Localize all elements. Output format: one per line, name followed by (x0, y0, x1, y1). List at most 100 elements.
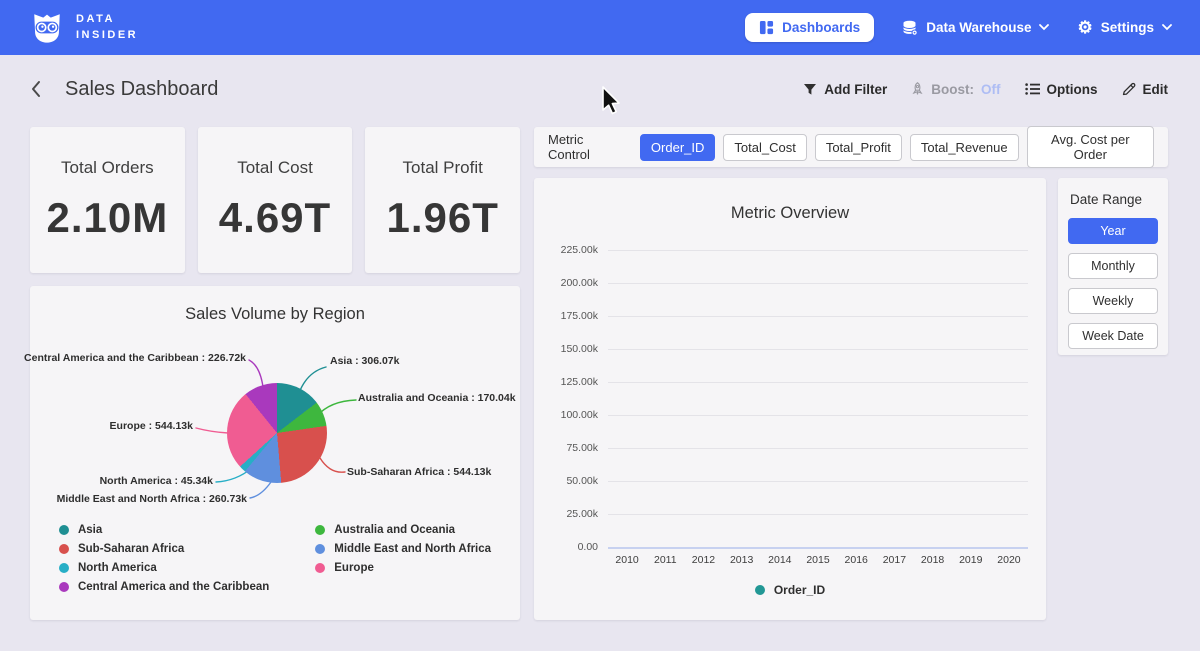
kpi-value: 2.10M (30, 194, 185, 242)
y-tick-label: 125.00k (561, 376, 598, 388)
date-range-panel: Date Range Year Monthly Weekly Week Date (1058, 178, 1168, 355)
metric-button-total-revenue[interactable]: Total_Revenue (910, 134, 1019, 161)
x-tick-label: 2019 (959, 554, 982, 566)
legend-item-europe[interactable]: Europe (315, 562, 491, 574)
x-tick-label: 2018 (921, 554, 944, 566)
legend-dot (315, 563, 325, 573)
y-tick-label: 225.00k (561, 244, 598, 256)
legend-item-north-america[interactable]: North America (59, 562, 269, 574)
x-tick-label: 2014 (768, 554, 791, 566)
topbar: DATA INSIDER Dashboards Data Warehouse (0, 0, 1200, 55)
main-content: Total Orders 2.10M Total Cost 4.69T Tota… (0, 123, 1200, 620)
gridline (608, 547, 1028, 549)
back-chevron-icon[interactable] (30, 80, 42, 98)
y-tick-label: 100.00k (561, 409, 598, 421)
metric-control-label: Metric Control (548, 132, 622, 162)
add-filter-button[interactable]: Add Filter (803, 82, 887, 97)
x-tick-label: 2010 (615, 554, 638, 566)
nav-data-warehouse[interactable]: Data Warehouse (902, 20, 1049, 36)
bar-chart-title: Metric Overview (552, 204, 1028, 223)
owl-logo-icon (30, 11, 64, 45)
date-range-week-date-button[interactable]: Week Date (1068, 323, 1158, 349)
edit-pencil-icon (1122, 82, 1136, 96)
pie-chart[interactable] (227, 383, 327, 483)
page-title: Sales Dashboard (65, 78, 218, 101)
x-tick-label: 2013 (730, 554, 753, 566)
subheader: Sales Dashboard Add Filter Boost: Off Op (0, 55, 1200, 123)
pie-callout-australia-oceania: Australia and Oceania : 170.04k (358, 392, 516, 404)
pie-callout-europe: Europe : 544.13k (110, 420, 193, 432)
bar-chart-card: Metric Overview 225.00k 200.00k 175.00k 150… (534, 178, 1046, 620)
rocket-icon (911, 82, 924, 96)
x-tick-label: 2015 (806, 554, 829, 566)
filter-funnel-icon (803, 83, 817, 96)
metric-control-bar: Metric Control Order_ID Total_Cost Total… (534, 127, 1168, 167)
metric-button-total-cost[interactable]: Total_Cost (723, 134, 806, 161)
y-tick-label: 175.00k (561, 310, 598, 322)
kpi-value: 1.96T (365, 194, 520, 242)
kpi-value: 4.69T (198, 194, 353, 242)
bar-legend-dot (755, 585, 765, 595)
date-range-monthly-button[interactable]: Monthly (1068, 253, 1158, 279)
topbar-nav: Dashboards Data Warehouse ⚙ Settings (745, 13, 1172, 42)
x-tick-label: 2020 (997, 554, 1020, 566)
kpi-total-profit: Total Profit 1.96T (365, 127, 520, 273)
y-tick-label: 25.00k (566, 508, 598, 520)
brand-logo[interactable]: DATA INSIDER (30, 11, 138, 45)
bar-legend-label: Order_ID (774, 583, 825, 597)
boost-label: Boost: (931, 82, 974, 97)
pie-callout-middle-east-north-africa: Middle East and North Africa : 260.73k (57, 493, 247, 505)
x-tick-label: 2012 (692, 554, 715, 566)
nav-settings[interactable]: ⚙ Settings (1077, 19, 1172, 36)
pie-callout-sub-saharan-africa: Sub-Saharan Africa : 544.13k (347, 466, 491, 478)
y-tick-label: 200.00k (561, 277, 598, 289)
chevron-down-icon (1162, 24, 1172, 31)
metric-button-avg-cost-per-order[interactable]: Avg. Cost per Order (1027, 126, 1154, 168)
legend-item-asia[interactable]: Asia (59, 524, 269, 536)
nav-dashboards-button[interactable]: Dashboards (745, 13, 874, 42)
legend-item-central-america-caribbean[interactable]: Central America and the Caribbean (59, 581, 269, 593)
database-icon (902, 20, 918, 36)
dashboard-grid-icon (759, 20, 774, 35)
kpi-label: Total Cost (198, 158, 353, 178)
legend-dot (315, 525, 325, 535)
y-tick-label: 75.00k (566, 442, 598, 454)
date-range-year-button[interactable]: Year (1068, 218, 1158, 244)
brand-text: DATA INSIDER (76, 12, 138, 44)
legend-item-sub-saharan-africa[interactable]: Sub-Saharan Africa (59, 543, 269, 555)
legend-dot (315, 544, 325, 554)
bar-chart-legend[interactable]: Order_ID (552, 583, 1028, 597)
kpi-label: Total Orders (30, 158, 185, 178)
pie-callout-central-america-caribbean: Central America and the Caribbean : 226.… (24, 352, 246, 364)
kpi-total-orders: Total Orders 2.10M (30, 127, 185, 273)
options-button[interactable]: Options (1025, 82, 1098, 97)
nav-data-warehouse-label: Data Warehouse (926, 20, 1031, 35)
bar-chart-x-axis: 2010201120122013201420152016201720182019… (608, 554, 1028, 566)
edit-button[interactable]: Edit (1122, 82, 1169, 97)
x-tick-label: 2016 (845, 554, 868, 566)
y-tick-label: 50.00k (566, 475, 598, 487)
gear-icon: ⚙ (1077, 19, 1092, 36)
bars-row (608, 250, 1028, 547)
boost-value: Off (981, 82, 1001, 97)
legend-item-australia-oceania[interactable]: Australia and Oceania (315, 524, 491, 536)
metric-button-order-id[interactable]: Order_ID (640, 134, 715, 161)
metric-button-total-profit[interactable]: Total_Profit (815, 134, 902, 161)
kpi-row: Total Orders 2.10M Total Cost 4.69T Tota… (30, 127, 520, 273)
legend-dot (59, 563, 69, 573)
pie-callout-asia: Asia : 306.07k (330, 355, 399, 367)
options-list-icon (1025, 83, 1040, 95)
legend-item-middle-east-north-africa[interactable]: Middle East and North Africa (315, 543, 491, 555)
nav-settings-label: Settings (1101, 20, 1154, 35)
x-tick-label: 2017 (883, 554, 906, 566)
pie-callout-north-america: North America : 45.34k (100, 475, 213, 487)
legend-dot (59, 525, 69, 535)
boost-toggle[interactable]: Boost: Off (911, 82, 1000, 97)
y-tick-label: 0.00 (578, 541, 598, 553)
date-range-weekly-button[interactable]: Weekly (1068, 288, 1158, 314)
y-tick-label: 150.00k (561, 343, 598, 355)
legend-dot (59, 582, 69, 592)
date-range-label: Date Range (1070, 192, 1158, 207)
kpi-total-cost: Total Cost 4.69T (198, 127, 353, 273)
pie-legend: Asia Sub-Saharan Africa North America Ce… (30, 524, 520, 593)
